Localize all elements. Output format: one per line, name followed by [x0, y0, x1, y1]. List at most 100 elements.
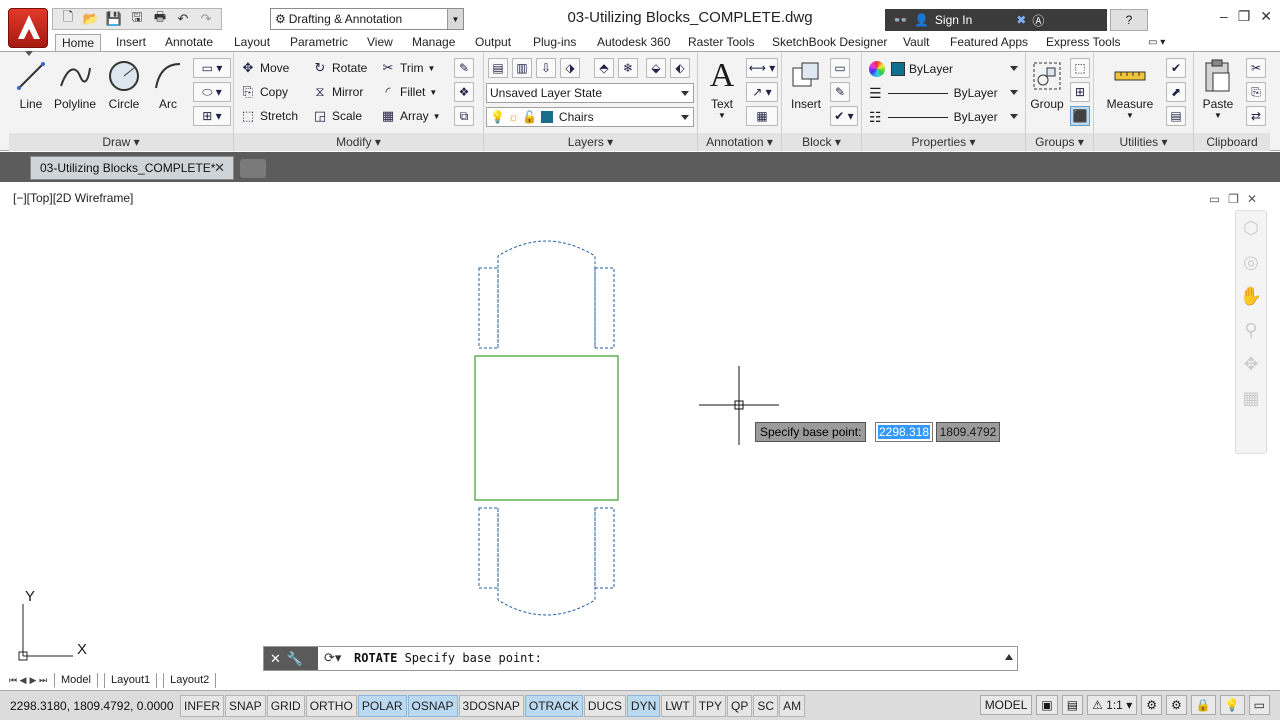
toggle-grid[interactable]: GRID	[266, 694, 305, 717]
toggle-3dosnap[interactable]: 3DOSNAP	[458, 694, 524, 717]
layer-state-dropdown[interactable]: Unsaved Layer State	[486, 83, 694, 103]
chevron-down-icon[interactable]: ▼	[433, 112, 441, 121]
table-icon[interactable]: ▦	[746, 106, 778, 126]
offset-icon[interactable]: ⧉	[454, 106, 474, 126]
close-icon[interactable]: ✕	[270, 651, 281, 667]
dimension-icon[interactable]: ⟷ ▾	[746, 58, 778, 78]
tab-layout1[interactable]: Layout1	[103, 672, 158, 688]
cut-icon[interactable]: ✂	[1246, 58, 1266, 78]
linetype-dropdown[interactable]: ☷ ByLayer	[866, 107, 1022, 127]
save-icon[interactable]: 💾	[103, 10, 125, 28]
toggle-dyn[interactable]: DYN	[626, 694, 661, 717]
drawing-area[interactable]	[9, 186, 1271, 688]
orbit-3d-icon[interactable]: ✥	[1236, 347, 1266, 381]
toggle-tpy[interactable]: TPY	[694, 694, 727, 717]
stretch-button[interactable]: ⬚ Stretch	[240, 106, 298, 126]
tab-view[interactable]: View	[367, 34, 393, 52]
ribbon-options-icon[interactable]: ▭ ▾	[1148, 34, 1165, 52]
copy-clip-icon[interactable]: ⎘	[1246, 82, 1266, 102]
autodesk-icon[interactable]: Ⓐ	[1032, 12, 1044, 29]
close-icon[interactable]: ✕	[214, 160, 225, 176]
layer-isolate-icon[interactable]: ⬗	[560, 58, 580, 78]
recent-commands-icon[interactable]: ⟳▾	[324, 650, 341, 666]
dynamic-input-y-field[interactable]: 1809.4792	[936, 422, 1000, 442]
isolate-objects-icon[interactable]: 💡	[1219, 695, 1245, 715]
help-button[interactable]: ?	[1110, 9, 1148, 31]
attribute-icon[interactable]: ✔ ▾	[830, 106, 858, 126]
next-layout-icon[interactable]: ▶	[28, 675, 38, 686]
close-icon[interactable]: ✕	[1260, 8, 1272, 25]
first-layout-icon[interactable]: ⏮	[8, 675, 18, 686]
workspace-switch-icon[interactable]: ⚙	[1165, 695, 1187, 715]
edit-block-icon[interactable]: ✎	[830, 82, 850, 102]
new-icon[interactable]: 🗋	[57, 9, 79, 28]
measure-button[interactable]: Measure ▼	[1104, 58, 1156, 120]
drawing-canvas[interactable]: [−][Top][2D Wireframe] ▭ ❐ ✕ Y X ⬡ ◎ ✋ ⚲…	[9, 186, 1271, 688]
tab-sketchbook-designer[interactable]: SketchBook Designer	[772, 34, 887, 52]
array-button[interactable]: ▦ Array ▼	[380, 106, 441, 126]
chevron-down-icon[interactable]: ▼	[428, 64, 436, 73]
tab-express-tools[interactable]: Express Tools	[1046, 34, 1120, 52]
quick-view-layouts-icon[interactable]: ▣	[1036, 695, 1058, 715]
layer-state-icon[interactable]: ▥	[512, 58, 532, 78]
tab-model[interactable]: Model	[54, 672, 98, 688]
orbit-icon[interactable]: ◎	[1236, 245, 1266, 279]
toggle-am[interactable]: AM	[779, 694, 806, 717]
redo-icon[interactable]: ↷	[195, 10, 217, 28]
layer-off-icon[interactable]: ⬘	[594, 58, 614, 78]
create-block-icon[interactable]: ▭	[830, 58, 850, 78]
group-button[interactable]: Group	[1028, 58, 1066, 111]
restore-icon[interactable]: ❐	[1238, 8, 1251, 25]
text-button[interactable]: A Text ▼	[704, 57, 740, 120]
annotation-scale-button[interactable]: ⚠ 1:1 ▾	[1087, 695, 1138, 715]
chevron-down-icon[interactable]: ▼	[429, 88, 437, 97]
arc-button[interactable]: Arc	[150, 58, 186, 111]
explode-icon[interactable]: ❖	[454, 82, 474, 102]
last-layout-icon[interactable]: ⏭	[38, 675, 48, 686]
layers-panel-title[interactable]: Layers ▾	[484, 133, 697, 151]
toggle-ducs[interactable]: DUCS	[583, 694, 626, 717]
draw-panel-title[interactable]: Draw ▾	[9, 133, 233, 151]
region-icon[interactable]: ⊞ ▾	[193, 106, 231, 126]
chevron-up-icon[interactable]	[1005, 654, 1013, 660]
layer-lock-icon[interactable]: ⬙	[646, 58, 666, 78]
modify-panel-title[interactable]: Modify ▾	[234, 133, 483, 151]
polyline-button[interactable]: Polyline	[52, 58, 98, 111]
layer-match-icon[interactable]: ⇩	[536, 58, 556, 78]
file-tab[interactable]: 03-Utilizing Blocks_COMPLETE* ✕	[30, 156, 234, 180]
coordinates-readout[interactable]: 2298.3180, 1809.4792, 0.0000	[10, 699, 180, 713]
tab-annotate[interactable]: Annotate	[165, 34, 213, 52]
insert-block-button[interactable]: Insert	[788, 58, 824, 111]
tab-insert[interactable]: Insert	[116, 34, 146, 52]
tab-layout[interactable]: Layout	[234, 34, 270, 52]
layer-properties-icon[interactable]: ▤	[488, 58, 508, 78]
tab-plug-ins[interactable]: Plug-ins	[533, 34, 576, 52]
color-dropdown[interactable]: ByLayer	[866, 59, 1022, 79]
lock-icon[interactable]: 🔒	[1190, 695, 1216, 715]
rotate-button[interactable]: ↻ Rotate	[312, 58, 368, 78]
new-tab-button[interactable]	[240, 159, 266, 178]
toggle-infer[interactable]: INFER	[180, 694, 224, 717]
layer-dropdown[interactable]: 💡 ☼ 🔓 Chairs	[486, 107, 694, 127]
leader-icon[interactable]: ↗ ▾	[746, 82, 778, 102]
annotation-visibility-icon[interactable]: ⚙	[1141, 695, 1162, 715]
quick-view-drawings-icon[interactable]: ▤	[1061, 695, 1084, 715]
toggle-otrack[interactable]: OTRACK	[524, 694, 583, 717]
clean-screen-icon[interactable]: ▭	[1248, 695, 1270, 715]
layer-walk-icon[interactable]: ⬖	[670, 58, 690, 78]
group-edit-icon[interactable]: ⊞	[1070, 82, 1090, 102]
pan-icon[interactable]: ✋	[1236, 279, 1266, 313]
print-icon[interactable]: 🖶	[149, 9, 171, 28]
binoculars-icon[interactable]: 👓	[893, 13, 908, 27]
tab-featured-apps[interactable]: Featured Apps	[950, 34, 1028, 52]
utilities-panel-title[interactable]: Utilities ▾	[1094, 133, 1193, 151]
exchange-icon[interactable]: ✖	[1016, 13, 1026, 27]
rectangle-icon[interactable]: ▭ ▾	[193, 58, 231, 78]
copy-button[interactable]: ⎘ Copy	[240, 82, 288, 102]
select-all-icon[interactable]: ⬈	[1166, 82, 1186, 102]
mirror-button[interactable]: ⧖ Mirror	[312, 82, 363, 102]
dynamic-input-x-field[interactable]: 2298.318	[875, 422, 933, 442]
application-menu-button[interactable]	[8, 8, 48, 56]
open-icon[interactable]: 📂	[80, 10, 102, 28]
ungroup-icon[interactable]: ⬚	[1070, 58, 1090, 78]
